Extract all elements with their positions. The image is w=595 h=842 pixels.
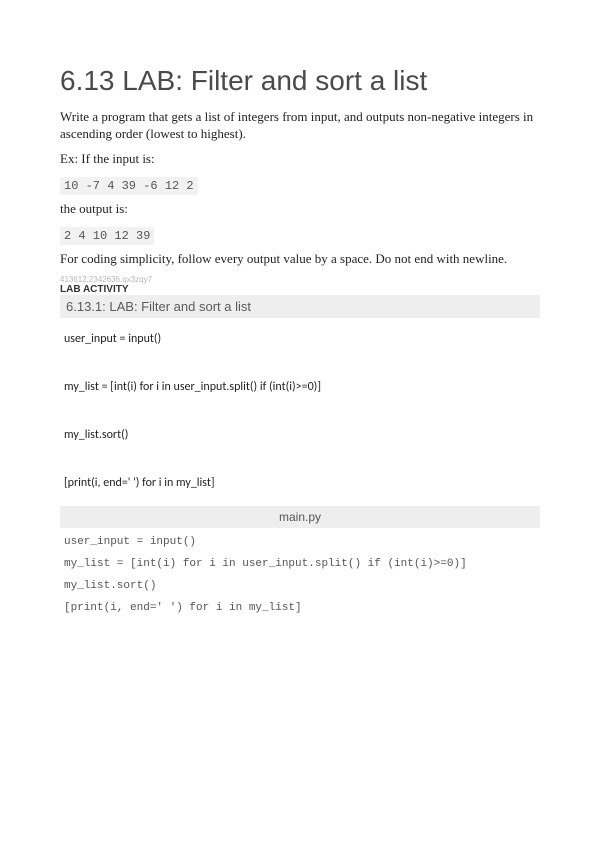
document-page: 6.13 LAB: Filter and sort a list Write a… bbox=[0, 0, 595, 664]
source-code-line: user_input = input() bbox=[60, 536, 540, 548]
student-code-line: my_list = [int(i) for i in user_input.sp… bbox=[60, 380, 540, 394]
small-id-text: 413612.2342636.qx3zqy7 bbox=[60, 275, 540, 284]
example-input-code: 10 -7 4 39 -6 12 2 bbox=[60, 177, 198, 195]
student-code-line: user_input = input() bbox=[60, 332, 540, 346]
output-label: the output is: bbox=[60, 201, 540, 218]
example-prefix: Ex: If the input is: bbox=[60, 151, 540, 168]
description-text: Write a program that gets a list of inte… bbox=[60, 109, 540, 143]
lab-activity-label: LAB ACTIVITY bbox=[60, 284, 540, 295]
file-tab: main.py bbox=[60, 506, 540, 528]
student-code-line: [print(i, end=' ') for i in my_list] bbox=[60, 476, 540, 490]
source-code-line: my_list = [int(i) for i in user_input.sp… bbox=[60, 558, 540, 570]
example-output-code: 2 4 10 12 39 bbox=[60, 227, 154, 245]
student-code-line: my_list.sort() bbox=[60, 428, 540, 442]
lab-title-bar: 6.13.1: LAB: Filter and sort a list bbox=[60, 295, 540, 318]
page-title: 6.13 LAB: Filter and sort a list bbox=[60, 65, 540, 97]
source-code-line: [print(i, end=' ') for i in my_list] bbox=[60, 602, 540, 614]
note-text: For coding simplicity, follow every outp… bbox=[60, 251, 540, 268]
source-code-line: my_list.sort() bbox=[60, 580, 540, 592]
